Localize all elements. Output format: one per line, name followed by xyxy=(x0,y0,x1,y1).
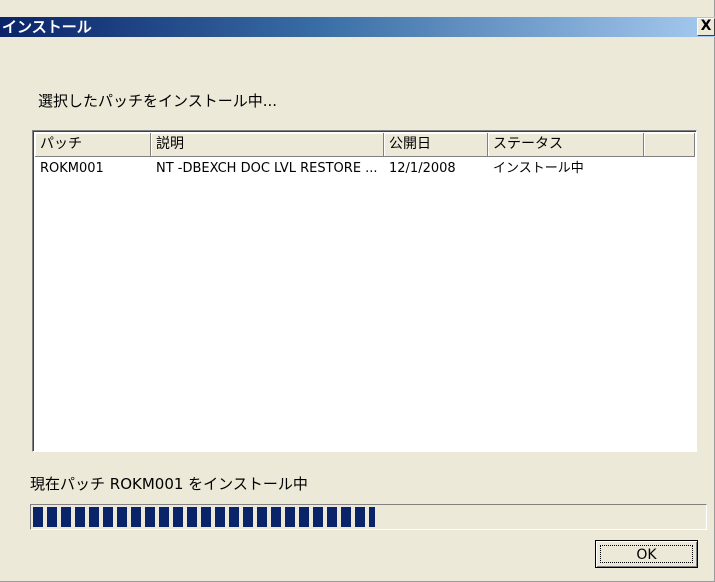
cell-description: NT -DBEXCH DOC LVL RESTORE ... xyxy=(156,161,378,176)
install-dialog: インストール X 選択したパッチをインストール中... パッチ 説明 公開日 ス… xyxy=(0,0,715,582)
installing-heading: 選択したパッチをインストール中... xyxy=(38,92,278,110)
current-patch-status: 現在パッチ ROKM001 をインストール中 xyxy=(30,475,308,493)
column-header-release-date[interactable]: 公開日 xyxy=(384,133,488,157)
cell-release-date: 12/1/2008 xyxy=(389,161,456,176)
column-header-description[interactable]: 説明 xyxy=(151,133,384,157)
column-header-empty[interactable] xyxy=(644,133,695,157)
patch-list[interactable]: パッチ 説明 公開日 ステータス ROKM001 NT -DBEXCH DOC … xyxy=(32,130,697,452)
column-header-status[interactable]: ステータス xyxy=(488,133,644,157)
install-progress-bar xyxy=(30,504,707,530)
ok-button-label: OK xyxy=(600,545,693,563)
window-title: インストール xyxy=(2,18,92,36)
progress-fill xyxy=(33,507,375,527)
cell-patch-id: ROKM001 xyxy=(40,161,104,176)
close-button[interactable]: X xyxy=(697,18,715,36)
cell-status: インストール中 xyxy=(493,161,584,176)
column-header-patch[interactable]: パッチ xyxy=(35,133,151,157)
title-bar[interactable]: インストール X xyxy=(0,17,715,37)
table-row[interactable]: ROKM001 NT -DBEXCH DOC LVL RESTORE ... 1… xyxy=(35,159,695,179)
close-icon: X xyxy=(700,18,712,34)
ok-button[interactable]: OK xyxy=(595,540,698,568)
list-header: パッチ 説明 公開日 ステータス xyxy=(35,133,695,157)
